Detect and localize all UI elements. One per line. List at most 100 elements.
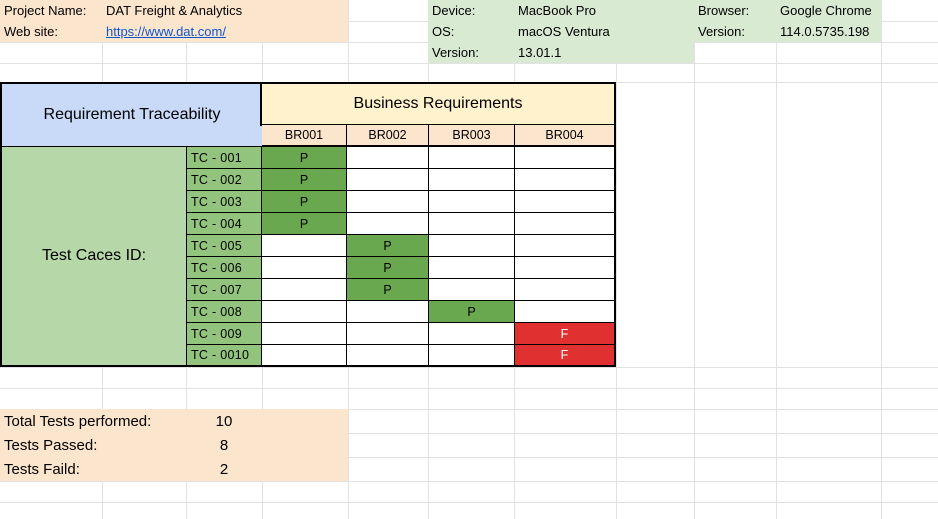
- result-cell-br003[interactable]: [429, 191, 515, 213]
- test-case-id: TC - 0010: [191, 348, 250, 362]
- tests-failed-value: 2: [219, 460, 229, 478]
- browser-label: Browser:: [698, 3, 750, 18]
- result-cell-br001[interactable]: [262, 235, 347, 257]
- matrix-title: Requirement Traceability: [43, 106, 221, 123]
- version-label-cell[interactable]: Version:: [428, 42, 514, 63]
- result-cell-br003[interactable]: [429, 235, 515, 257]
- os-label-cell[interactable]: OS:: [428, 21, 514, 42]
- result-cell-br001[interactable]: [262, 257, 347, 279]
- tests-failed-label: Tests Faild:: [4, 460, 80, 478]
- result-cell-br004[interactable]: [515, 169, 616, 191]
- result-cell-br001[interactable]: [262, 323, 347, 345]
- browser-label-cell[interactable]: Browser:: [694, 0, 776, 21]
- result-cell-br004[interactable]: [515, 191, 616, 213]
- project-name-label-cell[interactable]: Project Name:: [0, 0, 102, 21]
- result-cell-br004[interactable]: [515, 147, 616, 169]
- result-cell-br001[interactable]: P: [262, 147, 347, 169]
- project-name-value-cell[interactable]: DAT Freight & Analytics: [102, 0, 348, 21]
- br002-header[interactable]: BR002: [347, 125, 429, 147]
- result-cell-br003[interactable]: [429, 279, 515, 301]
- tests-passed-label-cell[interactable]: Tests Passed:: [0, 433, 186, 457]
- tests-passed-value-cell[interactable]: 8: [186, 433, 262, 457]
- tests-failed-value-cell[interactable]: 2: [186, 457, 262, 481]
- browser-value: Google Chrome: [780, 3, 872, 18]
- result-cell-br004[interactable]: [515, 235, 616, 257]
- result-cell-br002[interactable]: [347, 191, 429, 213]
- os-value-cell[interactable]: macOS Ventura: [514, 21, 694, 42]
- summary-empty-cell-3[interactable]: [262, 457, 348, 481]
- spreadsheet-grid[interactable]: Project Name: DAT Freight & Analytics We…: [0, 0, 938, 519]
- test-case-id-cell[interactable]: TC - 006: [186, 257, 262, 279]
- test-case-id: TC - 007: [191, 282, 243, 297]
- result-cell-br002[interactable]: [347, 323, 429, 345]
- test-case-id-cell[interactable]: TC - 007: [186, 279, 262, 301]
- pass-mark: P: [299, 172, 309, 187]
- total-tests-value: 10: [215, 412, 233, 430]
- result-cell-br001[interactable]: [262, 279, 347, 301]
- browser-version-value: 114.0.5735.198: [780, 24, 870, 39]
- test-case-id-cell[interactable]: TC - 0010: [186, 345, 262, 367]
- result-cell-br003[interactable]: [429, 169, 515, 191]
- browser-version-label-cell[interactable]: Version:: [694, 21, 776, 42]
- result-cell-br003[interactable]: [429, 345, 515, 367]
- test-case-id-cell[interactable]: TC - 001: [186, 147, 262, 169]
- result-cell-br004[interactable]: [515, 301, 616, 323]
- website-label-cell[interactable]: Web site:: [0, 21, 102, 42]
- result-cell-br002[interactable]: P: [347, 279, 429, 301]
- result-cell-br001[interactable]: [262, 345, 347, 367]
- test-case-id-cell[interactable]: TC - 008: [186, 301, 262, 323]
- result-cell-br002[interactable]: [347, 169, 429, 191]
- result-cell-br002[interactable]: [347, 345, 429, 367]
- version-value: 13.01.1: [518, 45, 562, 60]
- website-value-cell[interactable]: https://www.dat.com/: [102, 21, 348, 42]
- summary-empty-cell-1[interactable]: [262, 409, 348, 433]
- result-cell-br003[interactable]: [429, 147, 515, 169]
- result-cell-br003[interactable]: [429, 323, 515, 345]
- browser-version-label: Version:: [698, 24, 745, 39]
- result-cell-br001[interactable]: P: [262, 213, 347, 235]
- test-case-id-cell[interactable]: TC - 009: [186, 323, 262, 345]
- result-cell-br003[interactable]: P: [429, 301, 515, 323]
- br004-header[interactable]: BR004: [515, 125, 616, 147]
- device-value-cell[interactable]: MacBook Pro: [514, 0, 694, 21]
- result-cell-br002[interactable]: [347, 213, 429, 235]
- browser-value-cell[interactable]: Google Chrome: [776, 0, 881, 21]
- test-case-id-cell[interactable]: TC - 002: [186, 169, 262, 191]
- test-case-id-cell[interactable]: TC - 004: [186, 213, 262, 235]
- summary-empty-cell-2[interactable]: [262, 433, 348, 457]
- browser-version-value-cell[interactable]: 114.0.5735.198: [776, 21, 881, 42]
- total-tests-label-cell[interactable]: Total Tests performed:: [0, 409, 186, 433]
- device-label-cell[interactable]: Device:: [428, 0, 514, 21]
- business-requirements-header[interactable]: Business Requirements: [260, 82, 616, 126]
- test-case-id-cell[interactable]: TC - 003: [186, 191, 262, 213]
- version-value-cell[interactable]: 13.01.1: [514, 42, 694, 63]
- result-cell-br002[interactable]: [347, 301, 429, 323]
- result-cell-br004[interactable]: [515, 213, 616, 235]
- tests-failed-label-cell[interactable]: Tests Faild:: [0, 457, 186, 481]
- result-cell-br003[interactable]: [429, 257, 515, 279]
- result-cell-br001[interactable]: P: [262, 169, 347, 191]
- test-case-id: TC - 001: [191, 150, 243, 165]
- pass-mark: P: [299, 194, 309, 209]
- result-cell-br004[interactable]: F: [515, 323, 616, 345]
- test-case-id: TC - 002: [191, 172, 243, 187]
- test-case-id: TC - 005: [191, 238, 243, 253]
- result-cell-br002[interactable]: P: [347, 257, 429, 279]
- result-cell-br004[interactable]: F: [515, 345, 616, 367]
- total-tests-value-cell[interactable]: 10: [186, 409, 262, 433]
- os-value: macOS Ventura: [518, 24, 610, 39]
- website-link[interactable]: https://www.dat.com/: [106, 24, 226, 39]
- test-case-id-cell[interactable]: TC - 005: [186, 235, 262, 257]
- result-cell-br004[interactable]: [515, 257, 616, 279]
- br001-header[interactable]: BR001: [262, 125, 347, 147]
- br003-header[interactable]: BR003: [429, 125, 515, 147]
- result-cell-br002[interactable]: P: [347, 235, 429, 257]
- tests-passed-label: Tests Passed:: [4, 436, 98, 454]
- result-cell-br001[interactable]: P: [262, 191, 347, 213]
- test-cases-id-label-cell[interactable]: Test Caces ID:: [0, 147, 186, 367]
- result-cell-br002[interactable]: [347, 147, 429, 169]
- result-cell-br004[interactable]: [515, 279, 616, 301]
- result-cell-br001[interactable]: [262, 301, 347, 323]
- result-cell-br003[interactable]: [429, 213, 515, 235]
- requirement-traceability-header[interactable]: Requirement Traceability: [0, 82, 262, 148]
